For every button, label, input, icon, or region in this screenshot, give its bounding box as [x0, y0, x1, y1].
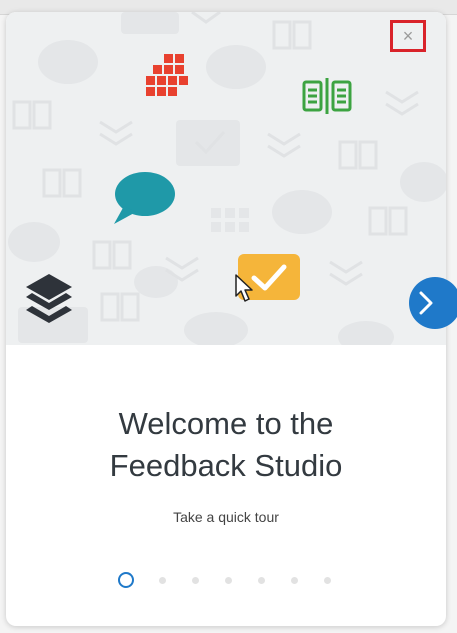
welcome-dialog: × Welcome to the Feedback Studio Take a … [6, 12, 446, 626]
illustration-panel: × [6, 12, 446, 345]
next-button[interactable] [409, 277, 457, 329]
title-line-2: Feedback Studio [109, 448, 343, 483]
mouse-cursor-icon [235, 274, 253, 302]
grid-icon [146, 54, 188, 96]
open-book-icon [302, 78, 352, 114]
page-dot[interactable] [225, 576, 232, 584]
pagination-dots [118, 569, 344, 591]
close-icon: × [402, 25, 414, 46]
page-dot[interactable] [159, 576, 166, 584]
welcome-content: Welcome to the Feedback Studio Take a qu… [6, 345, 446, 626]
page-title: Welcome to the Feedback Studio [6, 403, 446, 487]
page-dot[interactable] [258, 576, 265, 584]
background-pattern [8, 12, 446, 345]
chevron-right-icon [419, 291, 433, 315]
speech-bubble-icon [114, 172, 175, 224]
page-dot[interactable] [192, 576, 199, 584]
title-line-1: Welcome to the [118, 406, 334, 441]
page-dot[interactable] [291, 576, 298, 584]
page-dot[interactable] [324, 576, 331, 584]
close-button[interactable]: × [390, 20, 426, 52]
page-dot-active[interactable] [118, 572, 134, 588]
layers-icon [26, 274, 72, 323]
tour-subtitle: Take a quick tour [173, 509, 279, 525]
